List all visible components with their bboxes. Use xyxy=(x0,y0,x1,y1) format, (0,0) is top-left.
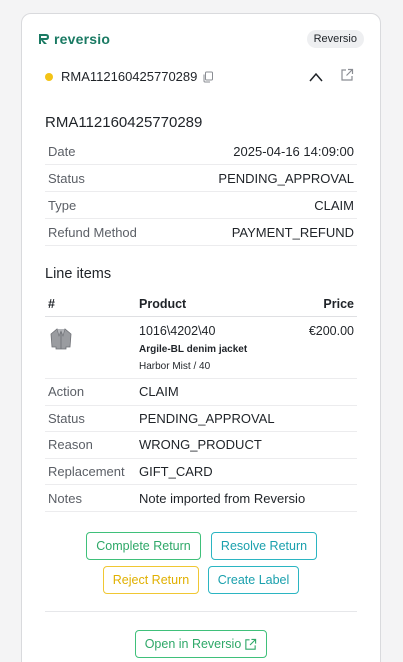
column-product: Product xyxy=(139,297,187,311)
line-items-title: Line items xyxy=(45,266,112,282)
reversio-logo-icon xyxy=(39,34,49,44)
rma-card: reversio Reversio RMA112160425770289 RMA… xyxy=(21,13,381,662)
column-price: Price xyxy=(323,297,354,311)
detail-row-action: Action CLAIM xyxy=(45,379,357,406)
meta-label: Type xyxy=(48,197,77,213)
detail-row-notes: Notes Note imported from Reversio xyxy=(45,485,357,512)
copy-icon[interactable] xyxy=(202,71,214,83)
rma-id: RMA112160425770289 xyxy=(61,69,198,84)
detail-row-status: Status PENDING_APPROVAL xyxy=(45,406,357,433)
product-variant: Harbor Mist / 40 xyxy=(139,361,211,372)
resolve-return-button[interactable]: Resolve Return xyxy=(211,532,317,560)
detail-value: Note imported from Reversio xyxy=(139,490,306,506)
detail-value: WRONG_PRODUCT xyxy=(139,437,262,453)
detail-row-reason: Reason WRONG_PRODUCT xyxy=(45,432,357,459)
detail-value: PENDING_APPROVAL xyxy=(139,410,275,426)
detail-label: Replacement xyxy=(48,464,125,480)
meta-value: PENDING_APPROVAL xyxy=(218,170,354,186)
detail-value: GIFT_CARD xyxy=(139,464,213,480)
column-hash: # xyxy=(48,297,55,311)
meta-row-date: Date 2025-04-16 14:09:00 xyxy=(45,138,357,165)
line-items-header: # Product Price xyxy=(45,292,357,317)
reject-return-button[interactable]: Reject Return xyxy=(103,566,199,594)
detail-label: Action xyxy=(48,384,85,400)
product-price: €200.00 xyxy=(308,324,354,338)
rma-meta-table: Date 2025-04-16 14:09:00 Status PENDING_… xyxy=(45,138,357,246)
rma-header: RMA112160425770289 xyxy=(45,69,214,84)
brand-name: reversio xyxy=(54,31,111,47)
brand-logo: reversio xyxy=(38,32,110,46)
external-link-icon[interactable] xyxy=(340,68,354,82)
open-in-reversio-button[interactable]: Open in Reversio xyxy=(135,630,267,658)
status-dot xyxy=(45,72,53,81)
detail-row-replacement: Replacement GIFT_CARD xyxy=(45,459,357,486)
product-thumbnail-cell xyxy=(45,317,139,378)
meta-row-status: Status PENDING_APPROVAL xyxy=(45,165,357,192)
rma-title: RMA112160425770289 xyxy=(45,114,203,131)
meta-label: Status xyxy=(48,170,85,186)
create-label-button[interactable]: Create Label xyxy=(208,566,299,594)
complete-return-button[interactable]: Complete Return xyxy=(86,532,201,560)
product-row: 1016\4202\40 Argile-BL denim jacket Harb… xyxy=(45,317,357,379)
detail-label: Reason xyxy=(48,437,93,453)
meta-value: CLAIM xyxy=(314,197,354,213)
divider xyxy=(45,611,357,612)
detail-value: CLAIM xyxy=(139,384,179,400)
product-name: Argile-BL denim jacket xyxy=(139,344,248,355)
meta-label: Refund Method xyxy=(48,224,137,240)
detail-label: Status xyxy=(48,410,85,426)
meta-value: 2025-04-16 14:09:00 xyxy=(233,143,354,159)
chevron-up-icon[interactable] xyxy=(308,72,324,82)
line-items-table: # Product Price 1016\4202\40 Argile-BL d… xyxy=(45,292,357,512)
detail-label: Notes xyxy=(48,490,82,506)
meta-label: Date xyxy=(48,143,76,159)
meta-value: PAYMENT_REFUND xyxy=(231,224,354,240)
external-link-icon xyxy=(245,638,257,650)
open-in-reversio-label: Open in Reversio xyxy=(144,637,242,651)
jacket-thumbnail xyxy=(50,328,72,350)
meta-row-refund-method: Refund Method PAYMENT_REFUND xyxy=(45,219,357,246)
meta-row-type: Type CLAIM xyxy=(45,192,357,219)
integration-tag: Reversio xyxy=(306,30,364,48)
